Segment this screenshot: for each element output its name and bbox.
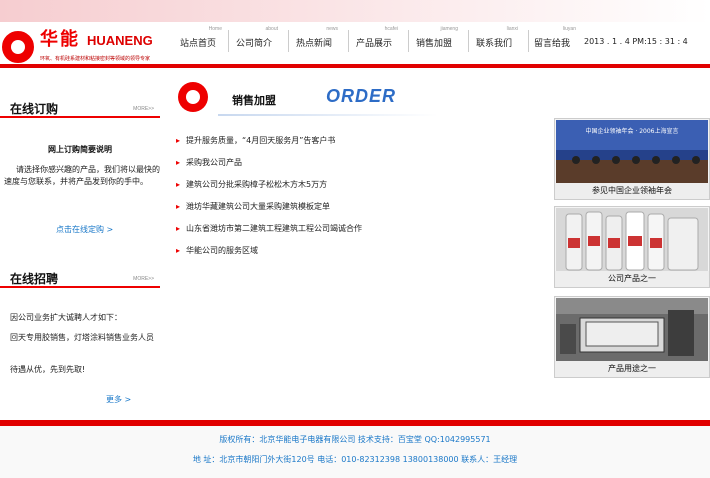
usage-image	[556, 298, 708, 362]
news-title: 提升服务质量，“4月回天服务月”告客户书	[186, 136, 336, 145]
site-footer: 版权所有：北京华能电子电器有限公司 技术支持：百宝堂 QQ:1042995571…	[0, 426, 710, 478]
gallery-caption: 公司产品之一	[555, 271, 709, 287]
news-item[interactable]: ▸ 提升服务质量，“4月回天服务月”告客户书	[176, 134, 546, 156]
gallery-caption: 参见中国企业领袖年会	[555, 183, 709, 199]
nav-item-products[interactable]: hcafei 产品展示	[346, 26, 402, 56]
recruit-title: 在线招聘	[10, 272, 59, 286]
online-order-header: 在线订购 MORE>>	[0, 98, 160, 118]
nav-cn-label: 产品展示	[355, 39, 392, 49]
news-title: 山东省潍坊市第二建筑工程建筑工程公司竭诚合作	[186, 224, 362, 233]
nav-cn-label: 留言给我	[533, 39, 570, 49]
bullet-arrow-icon: ▸	[176, 246, 181, 255]
left-sidebar: 在线订购 MORE>> 网上订购简要说明 请选择你感兴趣的产品，我们将以最快的速…	[0, 68, 170, 420]
bullet-arrow-icon: ▸	[176, 180, 181, 189]
gallery-item[interactable]: 公司产品之一	[554, 206, 710, 288]
header-underline	[218, 114, 438, 116]
nav-cn-label: 站点首页	[179, 39, 216, 49]
recruit-more-link[interactable]: MORE>>	[133, 276, 154, 282]
summit-banner-text: 中国企业领袖年会 · 2006上海宣言	[586, 127, 679, 135]
summit-photo: 中国企业领袖年会 · 2006上海宣言	[556, 120, 708, 184]
nav-item-franchise[interactable]: jiameng 销售加盟	[406, 26, 462, 56]
news-item[interactable]: ▸ 建筑公司分批采购樟子松松木方木5万方	[176, 178, 546, 200]
recruit-note: 待遇从优，先到先取!	[10, 365, 86, 374]
section-emblem-icon	[178, 82, 208, 112]
logo-emblem-icon	[2, 31, 34, 63]
nav-item-about[interactable]: about 公司简介	[226, 26, 282, 56]
nav-en-label: Home	[208, 26, 222, 32]
section-underline	[0, 286, 160, 288]
gallery-item[interactable]: 产品用途之一	[554, 296, 710, 378]
usage-photo	[556, 298, 708, 362]
section-title: 销售加盟	[232, 94, 276, 107]
nav-cn-label: 联系我们	[475, 39, 512, 49]
bullet-arrow-icon: ▸	[176, 202, 181, 211]
bullet-arrow-icon: ▸	[176, 158, 181, 167]
header-gradient	[0, 0, 710, 22]
nav-en-label: about	[265, 26, 278, 32]
bullet-arrow-icon: ▸	[176, 224, 181, 233]
datetime-display: 2013 . 1 . 4 PM:15 : 31 : 4	[584, 37, 688, 46]
site-logo[interactable]: 华能 HUANENG 环氧、有机硅系建材和粘接密封等领域的领导专家	[2, 25, 170, 67]
gallery-item[interactable]: 中国企业领袖年会 · 2006上海宣言 参见中国企业领袖年会	[554, 118, 710, 200]
nav-item-guestbook[interactable]: liuyan 留言给我	[524, 26, 580, 56]
section-underline	[0, 116, 160, 118]
logo-slogan: 环氧、有机硅系建材和粘接密封等领域的领导专家	[40, 56, 151, 62]
news-item[interactable]: ▸ 山东省潍坊市第二建筑工程建筑工程公司竭诚合作	[176, 222, 546, 244]
recruit-more-button[interactable]: 更多 >	[106, 394, 131, 405]
address-text: 地 址：北京市朝阳门外大街120号 电话：010-82312398 138001…	[192, 455, 518, 464]
site-header: 华能 HUANENG 环氧、有机硅系建材和粘接密封等领域的领导专家 Home 站…	[0, 0, 710, 70]
nav-en-label: jiameng	[440, 26, 458, 32]
logo-cn-text: 华能	[40, 29, 80, 50]
recruit-positions: 回天专用胶销售，灯塔涂料销售业务人员	[10, 333, 154, 342]
recruit-header: 在线招聘 MORE>>	[0, 268, 160, 288]
bullet-arrow-icon: ▸	[176, 136, 181, 145]
news-list: ▸ 提升服务质量，“4月回天服务月”告客户书 ▸ 采购我公司产品 ▸ 建筑公司分…	[176, 134, 546, 266]
nav-item-news[interactable]: news 热点新闻	[286, 26, 342, 56]
nav-en-label: news	[326, 26, 338, 32]
nav-cn-label: 热点新闻	[295, 39, 332, 49]
news-item[interactable]: ▸ 采购我公司产品	[176, 156, 546, 178]
nav-item-home[interactable]: Home 站点首页	[170, 26, 226, 56]
news-item[interactable]: ▸ 潍坊华藏建筑公司大量采购建筑模板定单	[176, 200, 546, 222]
nav-item-contact[interactable]: lianxi 联系我们	[466, 26, 522, 56]
main-content: 销售加盟 ORDER ▸ 提升服务质量，“4月回天服务月”告客户书 ▸ 采购我公…	[170, 68, 550, 420]
logo-en-text: HUANENG	[87, 33, 153, 48]
news-title: 华能公司的服务区域	[186, 246, 258, 255]
news-title: 建筑公司分批采购樟子松松木方木5万方	[186, 180, 328, 189]
summit-image: 中国企业领袖年会 · 2006上海宣言	[556, 120, 708, 184]
nav-cn-label: 销售加盟	[415, 39, 452, 49]
news-title: 潍坊华藏建筑公司大量采购建筑模板定单	[186, 202, 330, 211]
news-item[interactable]: ▸ 华能公司的服务区域	[176, 244, 546, 266]
news-title: 采购我公司产品	[186, 158, 242, 167]
right-gallery: 中国企业领袖年会 · 2006上海宣言 参见中国企业领袖年会 公司产品之一 产品…	[554, 118, 710, 380]
order-banner-text: ORDER	[326, 86, 397, 106]
product-image	[556, 208, 708, 272]
online-order-title: 在线订购	[10, 102, 59, 116]
order-description: 请选择你感兴趣的产品，我们将以最快的速度与您联系，并将产品发到你的手中。	[4, 165, 160, 186]
section-header: 销售加盟 ORDER	[178, 78, 550, 118]
product-photo	[556, 208, 708, 272]
order-subtitle: 网上订购简要说明	[48, 145, 112, 154]
online-order-link[interactable]: 点击在线定购 >	[56, 224, 113, 235]
copyright-text: 版权所有：北京华能电子电器有限公司 技术支持：百宝堂 QQ:1042995571	[219, 435, 491, 444]
nav-en-label: hcafei	[384, 26, 398, 32]
gallery-caption: 产品用途之一	[555, 361, 709, 377]
online-order-more-link[interactable]: MORE>>	[133, 106, 154, 112]
nav-en-label: lianxi	[506, 26, 518, 32]
nav-en-label: liuyan	[562, 26, 576, 32]
recruit-intro: 因公司业务扩大诚聘人才如下：	[10, 313, 122, 322]
nav-cn-label: 公司简介	[235, 39, 272, 49]
